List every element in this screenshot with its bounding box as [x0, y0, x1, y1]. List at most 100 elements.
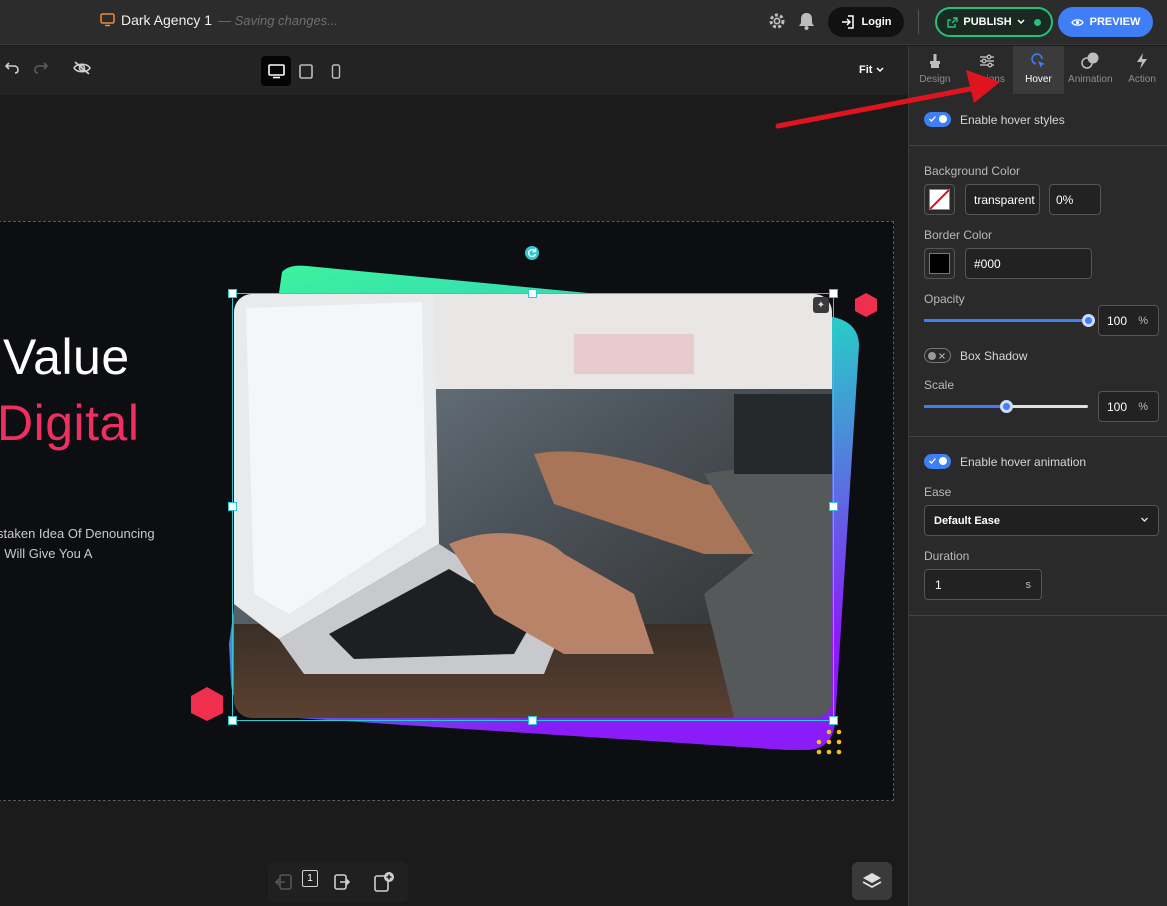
scale-slider-thumb[interactable] [1000, 400, 1013, 413]
hero-heading-line2[interactable]: Digital [0, 394, 139, 452]
divider [909, 615, 1167, 616]
rotate-icon [527, 248, 537, 258]
saving-status: — Saving changes... [218, 12, 339, 28]
selection-box [232, 293, 834, 721]
enable-hover-animation-row: Enable hover animation [924, 454, 1086, 469]
gear-icon[interactable] [767, 11, 787, 31]
top-bar: Dark Agency 1 — Saving changes... Login … [0, 0, 1167, 45]
opacity-slider[interactable] [924, 314, 1095, 327]
tab-action[interactable]: Action [1116, 46, 1167, 94]
background-color-swatch[interactable] [924, 184, 955, 215]
scale-unit: % [1138, 400, 1148, 413]
red-hexagon-decoration [855, 293, 877, 317]
layers-icon [862, 873, 882, 889]
transparent-swatch-icon [929, 189, 950, 210]
editor-canvas[interactable]: Value Digital staken Idea Of Denouncing … [0, 95, 908, 906]
document-name[interactable]: Dark Agency 1 [121, 12, 212, 28]
duration-field[interactable]: 1 s [924, 569, 1042, 600]
red-hexagon-decoration [191, 687, 223, 721]
hero-heading-line1[interactable]: Value [3, 328, 130, 386]
divider [909, 436, 1167, 437]
hero-body-line1: staken Idea Of Denouncing [0, 526, 155, 541]
hero-body-line2: I Will Give You A [0, 546, 93, 561]
box-shadow-row: Box Shadow [924, 348, 1027, 363]
add-page-icon[interactable] [373, 871, 395, 893]
publish-button[interactable]: PUBLISH [935, 7, 1053, 37]
undo-icon[interactable] [4, 60, 20, 76]
background-opacity-field[interactable]: 0% [1049, 184, 1101, 215]
tab-hover[interactable]: Hover [1012, 46, 1065, 94]
tab-design-label: Design [919, 74, 951, 85]
resize-handle-bottom-left[interactable] [228, 716, 237, 725]
redo-icon[interactable] [33, 60, 49, 76]
opacity-slider-thumb[interactable] [1082, 314, 1095, 327]
bell-icon[interactable] [797, 11, 816, 31]
enable-hover-styles-row: Enable hover styles [924, 112, 1065, 127]
border-color-label: Border Color [924, 228, 993, 242]
border-color-field[interactable]: #000 [965, 248, 1092, 279]
box-shadow-label: Box Shadow [960, 348, 1028, 363]
eye-off-icon[interactable] [73, 60, 91, 76]
dot-grid-decoration [816, 729, 842, 755]
device-desktop-button[interactable] [261, 56, 291, 86]
hover-animation-label: Enable hover animation [960, 454, 1087, 469]
chevron-down-icon [1141, 517, 1148, 522]
duration-value: 1 [935, 577, 942, 592]
check-icon [929, 458, 936, 464]
tab-options[interactable]: ions [961, 46, 1013, 94]
scale-label: Scale [924, 378, 955, 392]
previous-page-icon[interactable] [274, 872, 294, 892]
tab-design[interactable]: Design [909, 46, 961, 94]
resize-handle-top[interactable] [528, 289, 537, 298]
publish-label: PUBLISH [963, 16, 1012, 28]
document-title[interactable]: Dark Agency 1 — Saving changes... [100, 12, 338, 28]
cursor-icon [1031, 53, 1046, 68]
animation-icon [1081, 52, 1099, 69]
duration-unit: s [1025, 578, 1032, 591]
monitor-icon [100, 13, 115, 27]
opacity-field[interactable]: 100 % [1098, 305, 1159, 336]
scale-slider[interactable] [924, 400, 1088, 413]
hover-styles-toggle[interactable] [924, 112, 951, 127]
layers-button[interactable] [852, 862, 892, 900]
hero-section[interactable]: Value Digital staken Idea Of Denouncing … [0, 221, 894, 801]
resize-handle-top-left[interactable] [228, 289, 237, 298]
resize-handle-bottom-right[interactable] [829, 716, 838, 725]
next-page-icon[interactable] [332, 872, 352, 892]
login-button[interactable]: Login [828, 7, 904, 37]
hover-animation-toggle[interactable] [924, 454, 951, 469]
tab-animation[interactable]: Animation [1064, 46, 1116, 94]
ease-select[interactable]: Default Ease [924, 505, 1159, 536]
ease-label: Ease [924, 485, 952, 499]
ease-value: Default Ease [934, 514, 1001, 527]
preview-button[interactable]: PREVIEW [1058, 7, 1153, 37]
divider [918, 10, 919, 34]
ai-edit-icon[interactable]: ✦ [813, 297, 829, 313]
check-icon [929, 116, 936, 122]
border-color-swatch[interactable] [924, 248, 955, 279]
tab-animation-label: Animation [1068, 74, 1113, 85]
tab-action-label: Action [1128, 74, 1156, 85]
zoom-label: Fit [859, 64, 873, 76]
resize-handle-right[interactable] [829, 502, 838, 511]
editor-toolbar: Fit [0, 46, 908, 95]
device-tablet-button[interactable] [291, 56, 321, 86]
external-link-icon [947, 16, 959, 28]
hover-styles-label: Enable hover styles [960, 112, 1065, 127]
page-navigator: 1 [268, 862, 408, 902]
box-shadow-toggle[interactable] [924, 348, 951, 363]
hero-body-text[interactable]: staken Idea Of Denouncing I Will Give Yo… [0, 524, 155, 564]
mobile-icon [331, 63, 341, 79]
resize-handle-bottom[interactable] [528, 716, 537, 725]
device-mobile-button[interactable] [321, 56, 351, 86]
scale-field[interactable]: 100 % [1098, 391, 1159, 422]
brush-icon [929, 54, 940, 68]
zoom-select[interactable]: Fit [859, 64, 884, 76]
tab-hover-label: Hover [1025, 74, 1052, 85]
divider [909, 145, 1167, 146]
resize-handle-top-right[interactable] [829, 289, 838, 298]
background-color-field[interactable]: transparent [965, 184, 1040, 215]
rotate-handle[interactable] [525, 246, 539, 260]
preview-label: PREVIEW [1089, 16, 1141, 28]
resize-handle-left[interactable] [228, 502, 237, 511]
